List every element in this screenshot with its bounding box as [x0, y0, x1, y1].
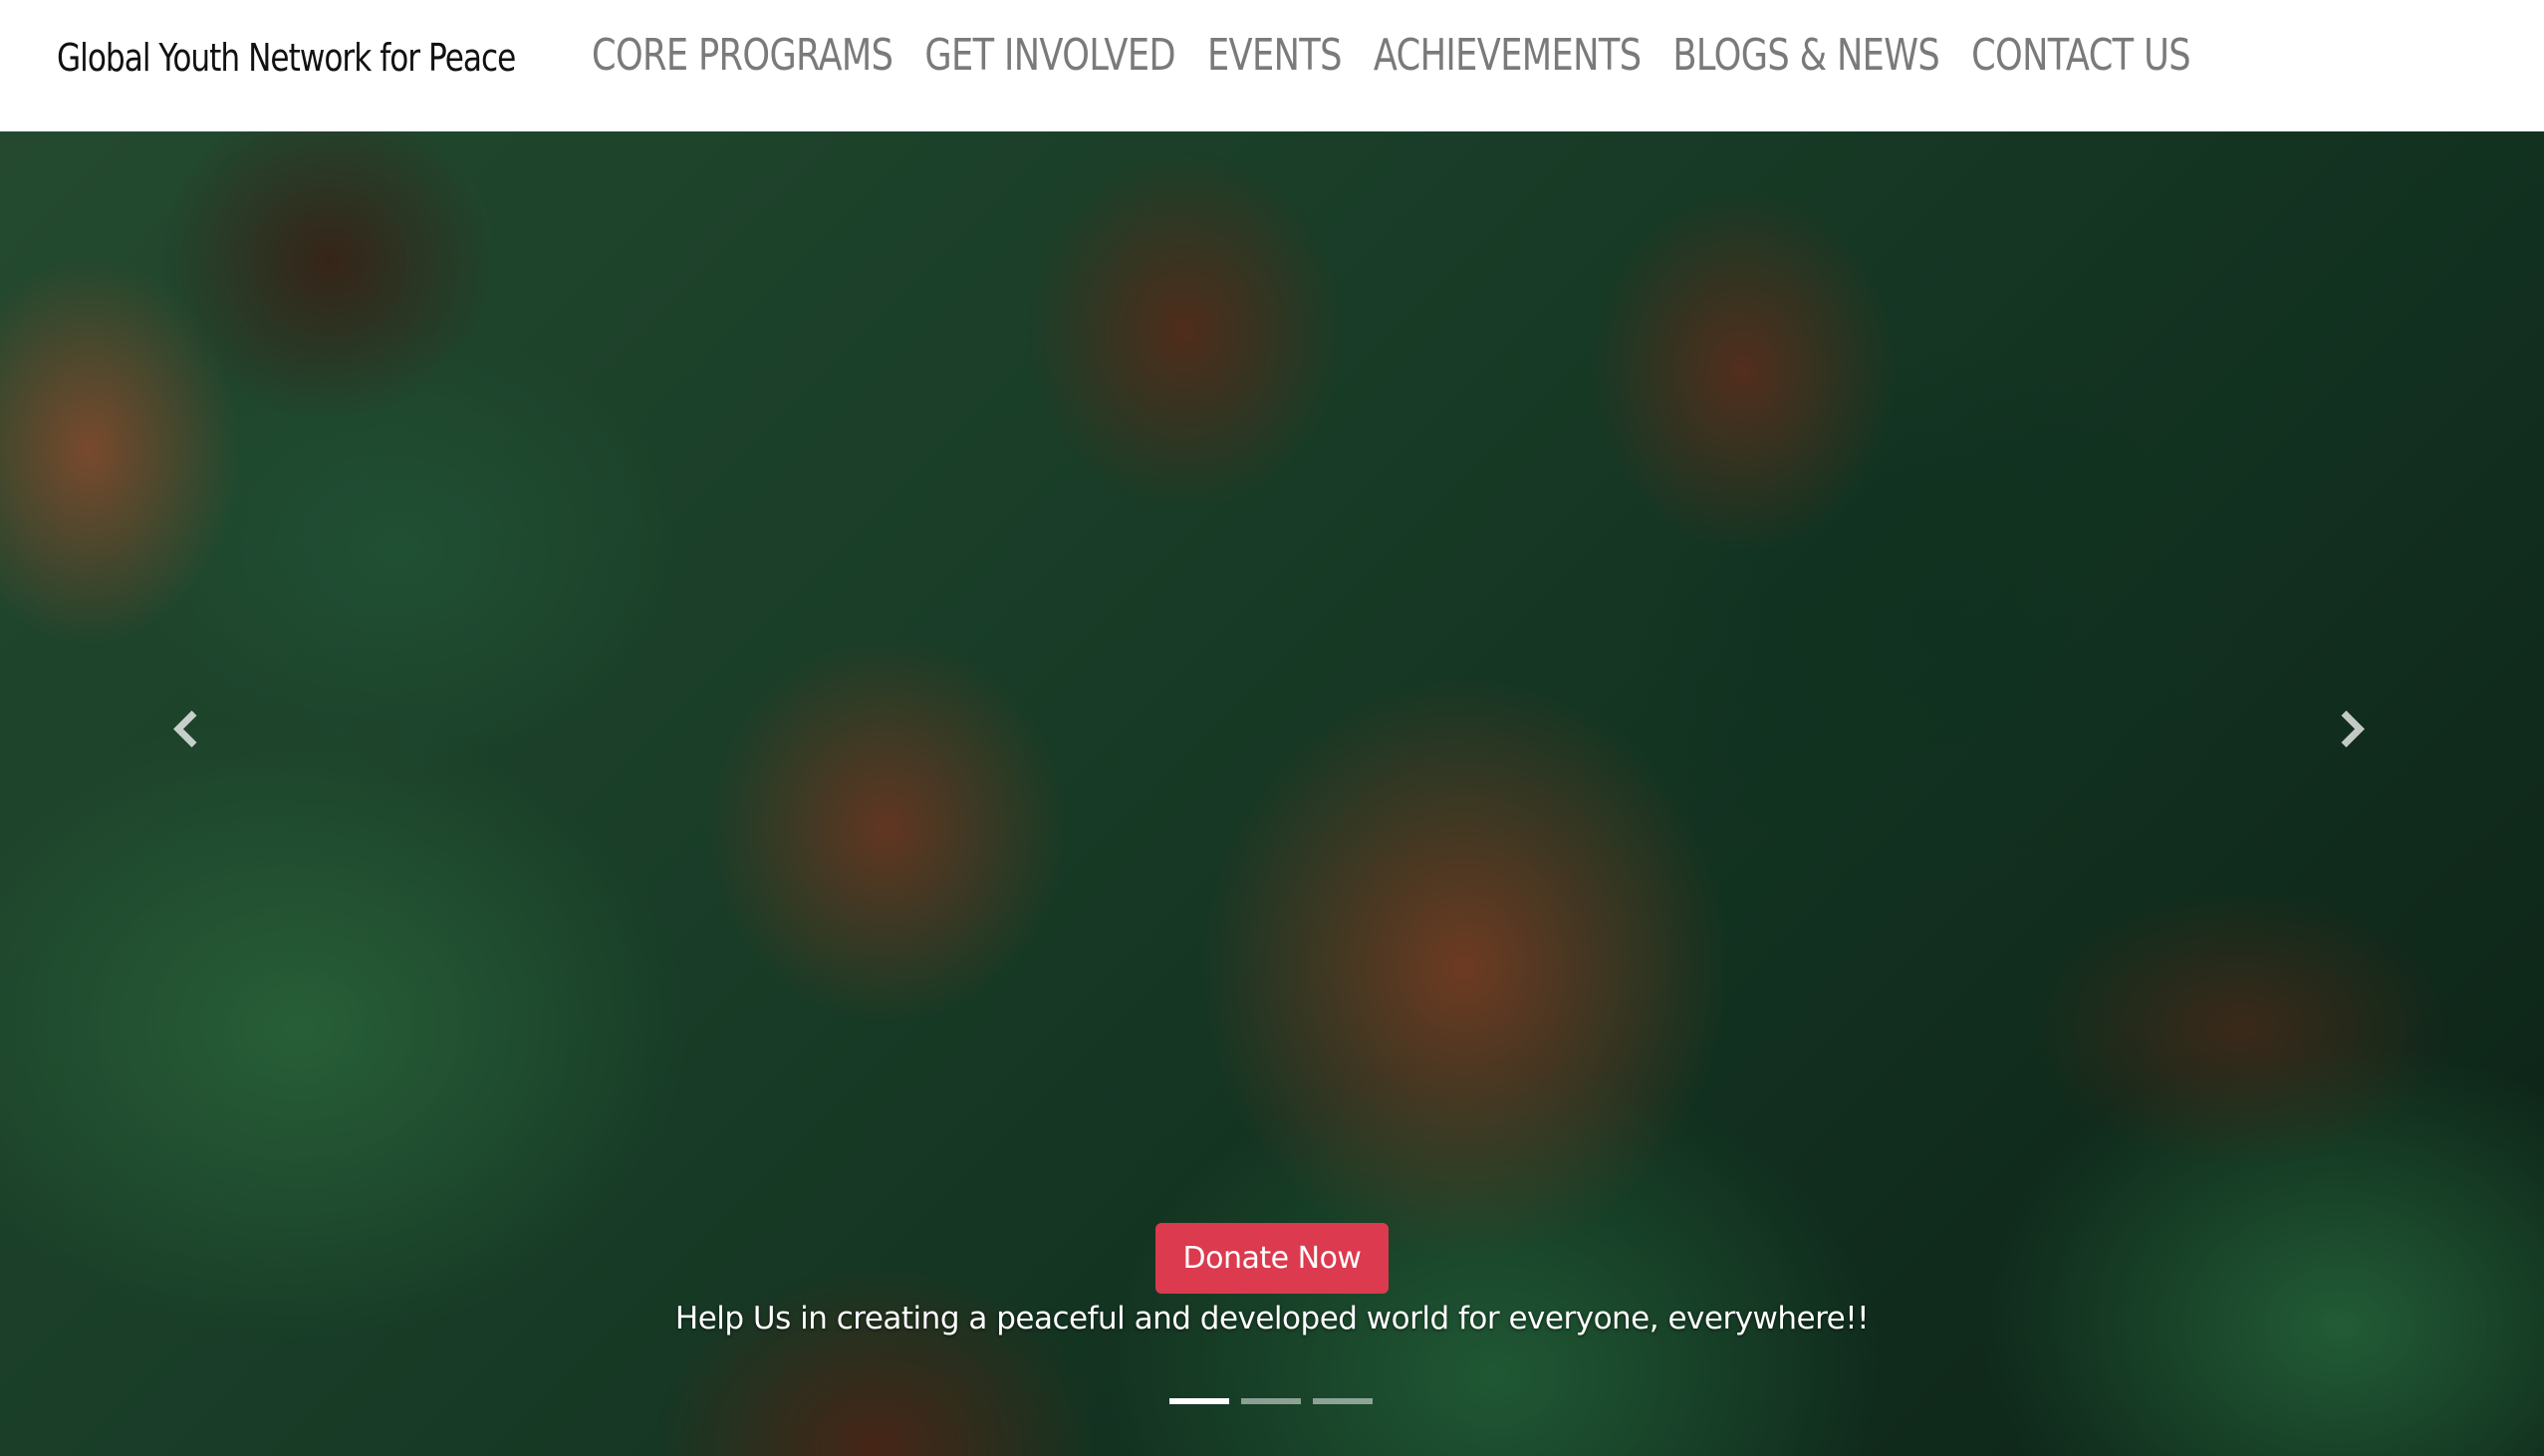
cta-wrapper: Donate Now — [0, 1223, 2544, 1294]
main-nav: CORE PROGRAMS GET INVOLVED EVENTS ACHIEV… — [592, 30, 2222, 81]
hero-tagline: Help Us in creating a peaceful and devel… — [674, 1301, 1870, 1336]
top-navbar: Global Youth Network for Peace CORE PROG… — [0, 0, 2544, 131]
carousel-indicator-2[interactable] — [1241, 1398, 1301, 1404]
nav-core-programs[interactable]: CORE PROGRAMS — [592, 30, 893, 81]
carousel-indicator-1[interactable] — [1169, 1398, 1229, 1404]
nav-get-involved[interactable]: GET INVOLVED — [924, 30, 1175, 81]
carousel-next-button[interactable] — [2321, 699, 2381, 759]
nav-blogs-news[interactable]: BLOGS & NEWS — [1672, 30, 1939, 81]
nav-events[interactable]: EVENTS — [1207, 30, 1343, 81]
nav-achievements[interactable]: ACHIEVEMENTS — [1374, 30, 1642, 81]
chevron-right-icon — [2341, 710, 2365, 748]
carousel-indicators — [1169, 1398, 1373, 1404]
nav-contact-us[interactable]: CONTACT US — [1971, 30, 2190, 81]
carousel-indicator-3[interactable] — [1313, 1398, 1373, 1404]
carousel-prev-button[interactable] — [157, 699, 217, 759]
donate-now-button[interactable]: Donate Now — [1154, 1223, 1390, 1294]
chevron-left-icon — [173, 710, 197, 748]
site-brand[interactable]: Global Youth Network for Peace — [57, 36, 516, 80]
